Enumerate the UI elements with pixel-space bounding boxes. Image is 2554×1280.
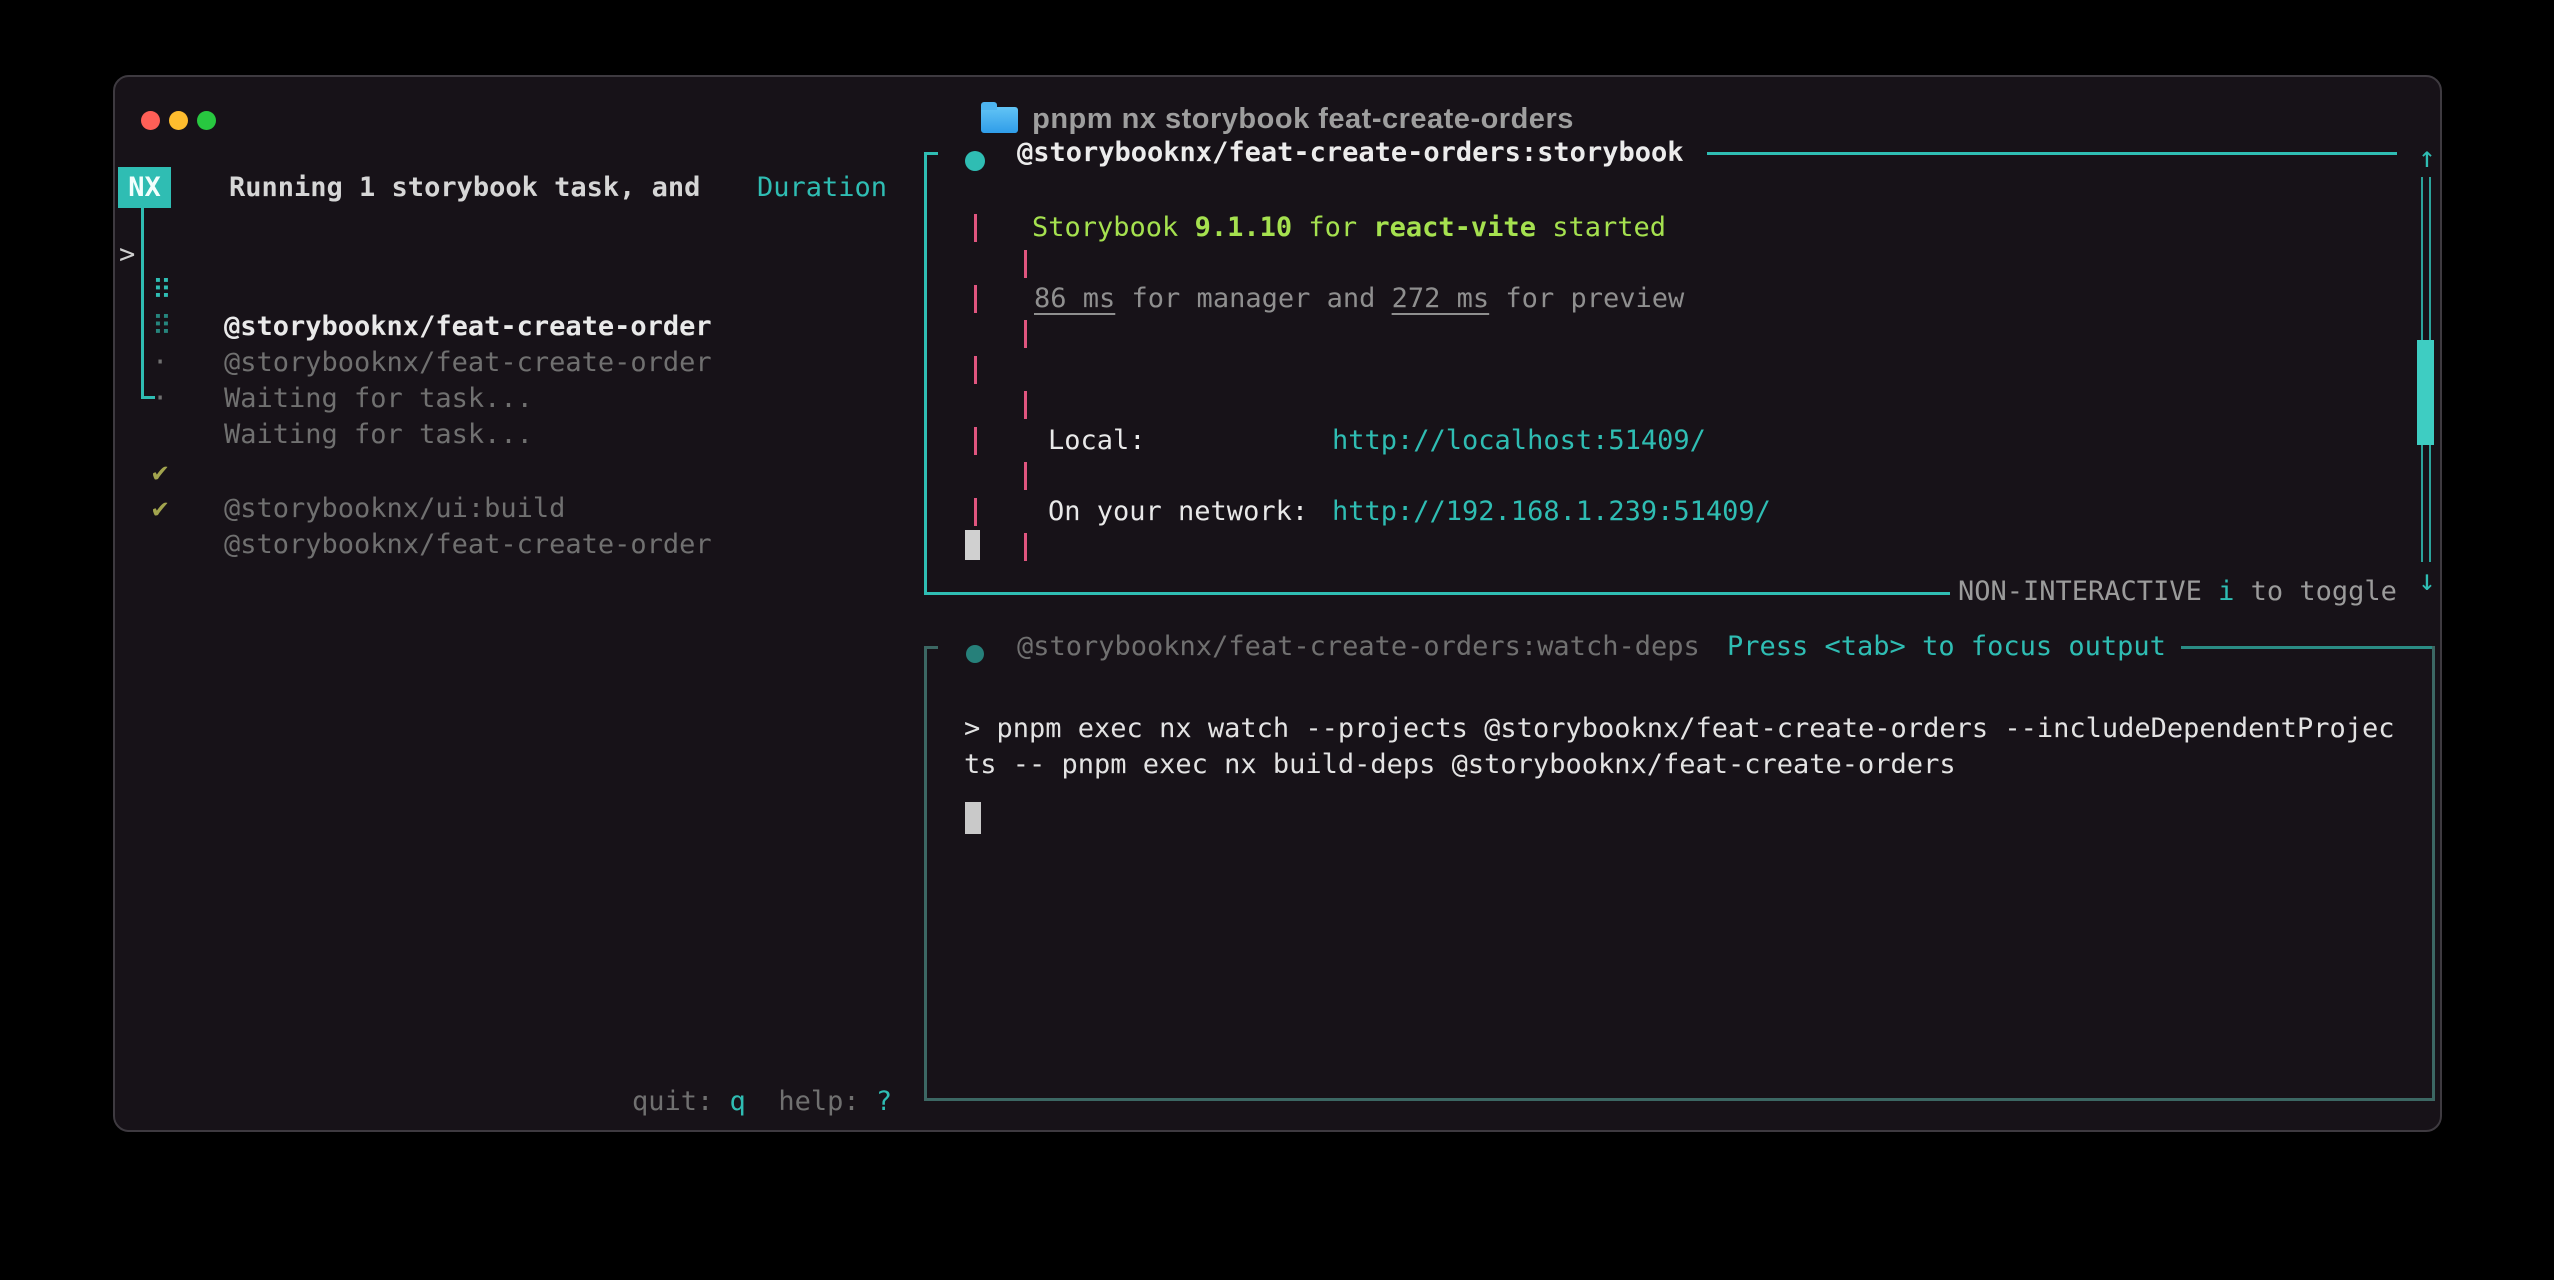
- storybook-panel-status-dot: [965, 151, 985, 171]
- storybook-started-line: Storybook 9.1.10 for react-vite started: [1032, 210, 1666, 246]
- pink-bar: [974, 427, 977, 455]
- scroll-down-icon[interactable]: ↓: [2405, 562, 2449, 598]
- scrollbar-thumb[interactable]: [2417, 340, 2434, 445]
- network-url-link[interactable]: http://192.168.1.239:51409/: [1332, 494, 1771, 530]
- watch-panel-left-border: [924, 646, 927, 1101]
- task-list-header: Running 1 storybook task, and: [229, 170, 700, 206]
- preview-time: 272 ms: [1392, 283, 1490, 314]
- nx-logo-badge: NX: [118, 167, 171, 208]
- network-url-label: On your network:: [1048, 494, 1308, 530]
- watch-panel-bottom-border: [924, 1098, 2435, 1101]
- pink-bar: [1024, 391, 1027, 419]
- storybook-panel-left-border: [924, 152, 927, 595]
- scroll-up-icon[interactable]: ↑: [2405, 139, 2449, 175]
- manager-time: 86 ms: [1034, 283, 1115, 314]
- task-label: @storybooknx/feat-create-order: [224, 527, 712, 563]
- pink-bar: [1024, 533, 1027, 561]
- window-title: pnpm nx storybook feat-create-orders: [1032, 103, 1574, 136]
- terminal-window: pnpm nx storybook feat-create-orders NX …: [113, 75, 2442, 1132]
- pink-bar: [974, 498, 977, 526]
- storybook-version: 9.1.10: [1195, 212, 1293, 243]
- pink-bar: [974, 356, 977, 384]
- watch-panel-top-border: [2181, 646, 2432, 649]
- storybook-timing-line: 86 ms for manager and 272 ms for preview: [1034, 281, 1684, 317]
- check-icon: ✔: [152, 491, 168, 527]
- terminal-cursor: [965, 802, 981, 834]
- help-key: ?: [876, 1086, 892, 1117]
- pink-bar: [1024, 250, 1027, 278]
- local-url-link[interactable]: http://localhost:51409/: [1332, 423, 1706, 459]
- titlebar: pnpm nx storybook feat-create-orders: [115, 102, 2440, 136]
- local-url-label: Local:: [1048, 423, 1146, 459]
- storybook-panel-title: @storybooknx/feat-create-orders:storyboo…: [1017, 135, 1683, 171]
- watch-panel-status-dot: [966, 645, 984, 663]
- storybook-builder: react-vite: [1373, 212, 1536, 243]
- duration-column-header: Duration: [757, 170, 887, 206]
- storybook-panel-top-border: [1707, 152, 2397, 155]
- storybook-panel-bottom-border: [924, 592, 1950, 595]
- waiting-dot-icon: ·: [152, 381, 168, 417]
- pink-bar: [974, 285, 977, 313]
- watch-panel-title: @storybooknx/feat-create-orders:watch-de…: [1017, 629, 1700, 665]
- watch-command-line-2: ts -- pnpm exec nx build-deps @storybook…: [964, 747, 1956, 783]
- terminal-cursor: [965, 530, 980, 560]
- toggle-key: i: [2218, 576, 2234, 607]
- watch-command-line-1: > pnpm exec nx watch --projects @storybo…: [964, 711, 2394, 747]
- folder-icon: [981, 107, 1018, 133]
- running-status-text: Running 1 storybook task, and: [229, 172, 700, 203]
- completed-task-row[interactable]: ✔ @storybooknx/feat-create-order <1ms: [115, 455, 895, 635]
- focus-output-hint[interactable]: Press <tab> to focus output: [1727, 629, 2166, 665]
- pink-bar: [1024, 462, 1027, 490]
- pink-bar: [974, 214, 977, 242]
- help-hint-label: help:: [778, 1086, 876, 1117]
- non-interactive-hint: NON-INTERACTIVE i to toggle: [1958, 574, 2397, 610]
- quit-key: q: [730, 1086, 746, 1117]
- watch-panel-right-border: [2432, 646, 2435, 1101]
- pink-bar: [1024, 320, 1027, 348]
- quit-hint-label: quit:: [632, 1086, 730, 1117]
- keyboard-hints: quit: q help: ?: [632, 1084, 892, 1120]
